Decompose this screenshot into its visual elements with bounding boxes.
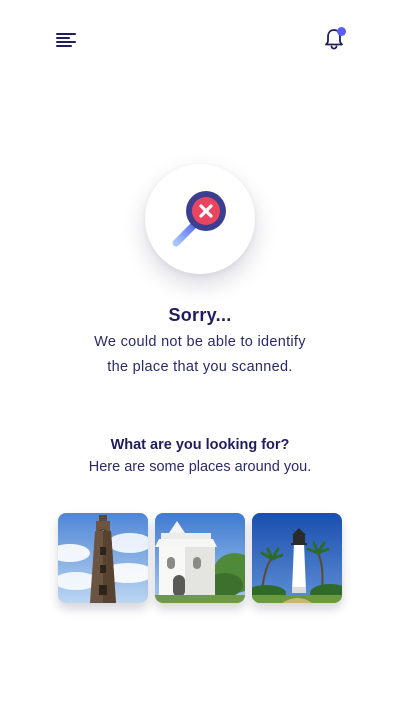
result-message-line-1: We could not be able to identify <box>94 334 306 350</box>
lighthouse-photo <box>252 513 342 603</box>
notifications-button[interactable] <box>318 24 350 54</box>
menu-button[interactable] <box>52 28 80 52</box>
notification-badge <box>337 27 346 36</box>
white-church-photo <box>155 513 245 603</box>
menu-icon <box>56 33 76 47</box>
suggestions-title: What are you looking for? <box>110 437 290 453</box>
place-card-church[interactable] <box>155 513 245 603</box>
suggestions-subtitle: Here are some places around you. <box>88 459 312 475</box>
result-message-line-2: the place that you scanned. <box>107 359 293 375</box>
search-error-icon <box>172 191 226 247</box>
search-error-badge <box>145 164 255 274</box>
screen: Sorry... We could not be able to identif… <box>0 0 400 710</box>
nearby-places-list <box>58 513 343 603</box>
result-title: Sorry... <box>168 305 232 325</box>
place-card-lighthouse[interactable] <box>252 513 342 603</box>
place-card-clock-tower[interactable] <box>58 513 148 603</box>
clock-tower-photo <box>58 513 148 603</box>
